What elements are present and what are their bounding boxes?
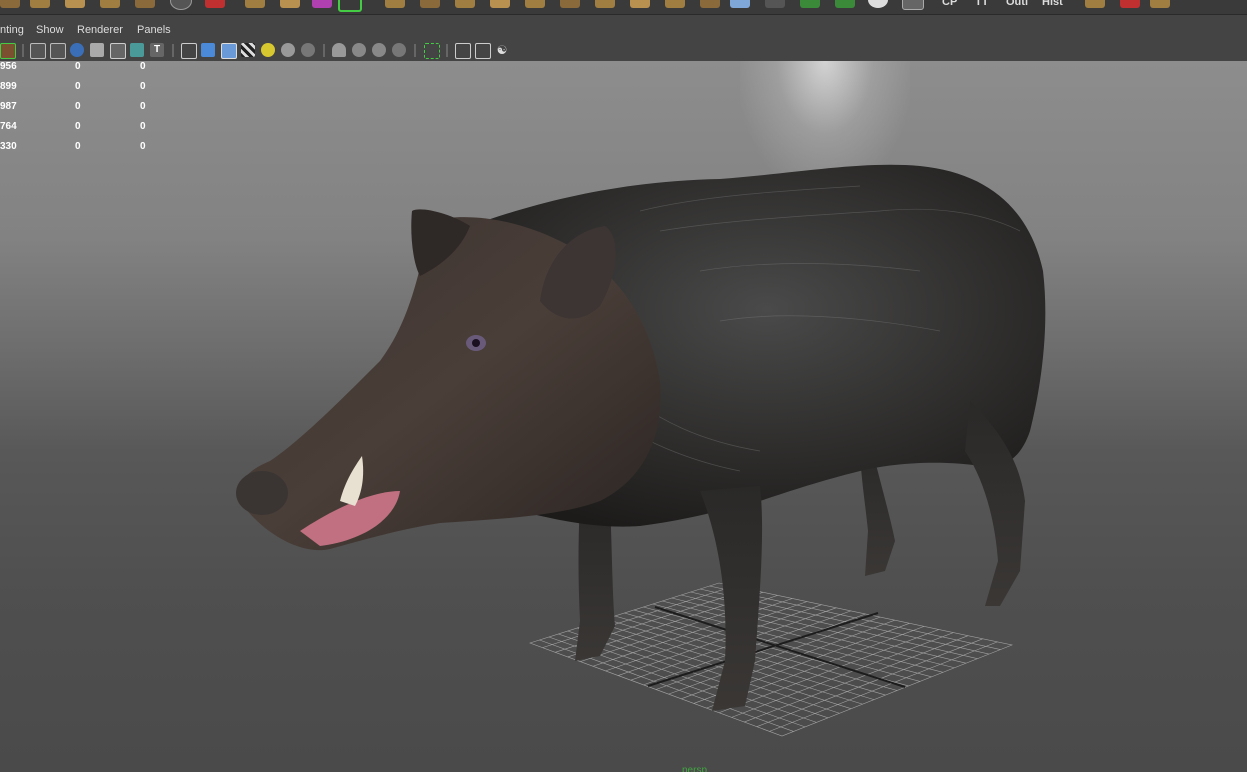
boar-snout (236, 471, 288, 515)
resolution-gate-icon[interactable] (70, 43, 84, 57)
shelf-tool-icon[interactable] (560, 0, 580, 8)
shelf-tool-icon[interactable] (0, 0, 20, 8)
shelf-tool-icon[interactable] (490, 0, 510, 8)
shelf-tool-icon[interactable] (525, 0, 545, 8)
menu-show[interactable]: Show (36, 24, 64, 36)
shelf-tool-icon[interactable] (245, 0, 265, 8)
toolbar-separator (172, 44, 174, 57)
smooth-shade-icon[interactable] (201, 43, 215, 57)
shelf-tool-icon[interactable] (170, 0, 192, 10)
shelf-tool-icon[interactable] (30, 0, 50, 8)
camera-attributes-icon[interactable] (0, 43, 16, 59)
shelf-tool-icon[interactable] (1085, 0, 1105, 8)
shelf-tool-icon[interactable] (730, 0, 750, 8)
menu-panels[interactable]: Panels (137, 24, 171, 36)
panel-menu-bar: nting Show Renderer Panels (0, 20, 1247, 40)
safe-action-icon[interactable] (130, 43, 144, 57)
shadows-icon[interactable] (281, 43, 295, 57)
four-view-icon[interactable] (475, 43, 491, 59)
panel-toolbar: T ☯ (0, 40, 1247, 62)
shelf-label[interactable]: Outl (1006, 0, 1028, 8)
share-icon[interactable]: ☯ (495, 43, 509, 57)
shelf-tool-icon[interactable] (100, 0, 120, 8)
shelf-bar: CP TT Outl Hist (0, 0, 1247, 15)
toolbar-separator (414, 44, 416, 57)
frame-selection-icon[interactable] (424, 43, 440, 59)
shelf-tool-icon[interactable] (902, 0, 924, 10)
shelf-tool-icon[interactable] (420, 0, 440, 8)
high-quality-icon[interactable] (301, 43, 315, 57)
shelf-tool-icon[interactable] (280, 0, 300, 8)
gate-mask-icon[interactable] (90, 43, 104, 57)
toolbar-separator (446, 44, 448, 57)
shelf-tool-icon[interactable] (65, 0, 85, 8)
shelf-tool-icon[interactable] (1150, 0, 1170, 8)
shelf-tool-icon[interactable] (765, 0, 785, 8)
scene-canvas (236, 164, 1046, 737)
shelf-tool-icon[interactable] (135, 0, 155, 8)
shelf-tool-icon[interactable] (800, 0, 820, 8)
shelf-tool-icon[interactable] (665, 0, 685, 8)
viewport-3d[interactable]: 956 0 0 899 0 0 987 0 0 764 0 0 330 0 0 (0, 61, 1247, 772)
shelf-tool-icon[interactable] (1120, 0, 1140, 8)
shelf-tool-icon[interactable] (338, 0, 362, 12)
grid-toggle-icon[interactable] (30, 43, 46, 59)
wireframe-icon[interactable] (181, 43, 197, 59)
shelf-tool-icon[interactable] (455, 0, 475, 8)
toolbar-separator (22, 44, 24, 57)
shelf-tool-icon[interactable] (630, 0, 650, 8)
xray-joints-icon[interactable] (372, 43, 386, 57)
shelf-tool-icon[interactable] (385, 0, 405, 8)
menu-lighting[interactable]: nting (0, 24, 24, 36)
safe-title-icon[interactable]: T (150, 43, 164, 57)
shelf-tool-icon[interactable] (205, 0, 225, 8)
shelf-label[interactable]: TT (975, 0, 988, 8)
toolbar-separator (323, 44, 325, 57)
shelf-tool-icon[interactable] (700, 0, 720, 8)
xray-components-icon[interactable] (392, 43, 406, 57)
field-chart-icon[interactable] (110, 43, 126, 59)
shelf-label[interactable]: Hist (1042, 0, 1063, 8)
xray-icon[interactable] (352, 43, 366, 57)
textured-icon[interactable] (241, 43, 255, 57)
shelf-label[interactable]: CP (942, 0, 957, 8)
film-gate-icon[interactable] (50, 43, 66, 59)
menu-renderer[interactable]: Renderer (77, 24, 123, 36)
single-perspective-icon[interactable] (455, 43, 471, 59)
camera-label: persp (682, 765, 708, 772)
isolate-select-icon[interactable] (332, 43, 346, 57)
shelf-tool-icon[interactable] (868, 0, 888, 8)
shelf-tool-icon[interactable] (312, 0, 332, 8)
shelf-tool-icon[interactable] (835, 0, 855, 8)
use-default-lighting-icon[interactable] (261, 43, 275, 57)
shelf-tool-icon[interactable] (595, 0, 615, 8)
wireframe-on-shaded-icon[interactable] (221, 43, 237, 59)
boar-leg-near-front (700, 486, 763, 711)
